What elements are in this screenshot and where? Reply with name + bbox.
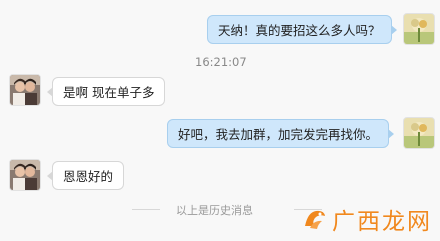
message-timestamp: 16:21:07 <box>195 55 247 69</box>
message-text: 是啊 现在单子多 <box>63 85 155 100</box>
contact-avatar[interactable] <box>9 159 41 191</box>
message-text: 好吧，我去加群，加完发完再找你。 <box>178 127 379 142</box>
message-bubble-incoming[interactable]: 是啊 现在单子多 <box>46 77 166 106</box>
couple-photo-avatar-icon <box>10 75 40 105</box>
site-watermark: 广西龙网 <box>302 203 432 235</box>
message-bubble-incoming[interactable]: 恩恩好的 <box>46 161 125 190</box>
message-text: 恩恩好的 <box>63 169 114 184</box>
flower-avatar-icon <box>404 14 434 44</box>
history-divider: 以上是历史消息 <box>132 202 322 217</box>
flower-avatar-icon <box>404 118 434 148</box>
history-label: 以上是历史消息 <box>176 204 253 217</box>
watermark-text: 广西龙网 <box>332 209 432 235</box>
chat-history-panel: 天纳！真的要招这么多人吗？ 16:21:07 是啊 现在单子多 好吧，我去加群，… <box>0 0 440 241</box>
couple-photo-avatar-icon <box>10 160 40 190</box>
divider-line <box>132 209 160 210</box>
contact-avatar[interactable] <box>9 74 41 106</box>
message-text: 天纳！真的要招这么多人吗？ <box>218 23 381 38</box>
message-bubble-outgoing[interactable]: 好吧，我去加群，加完发完再找你。 <box>167 119 395 148</box>
dragon-logo-icon <box>305 210 325 229</box>
self-avatar[interactable] <box>403 117 435 149</box>
self-avatar[interactable] <box>403 13 435 45</box>
message-bubble-outgoing[interactable]: 天纳！真的要招这么多人吗？ <box>207 15 397 44</box>
